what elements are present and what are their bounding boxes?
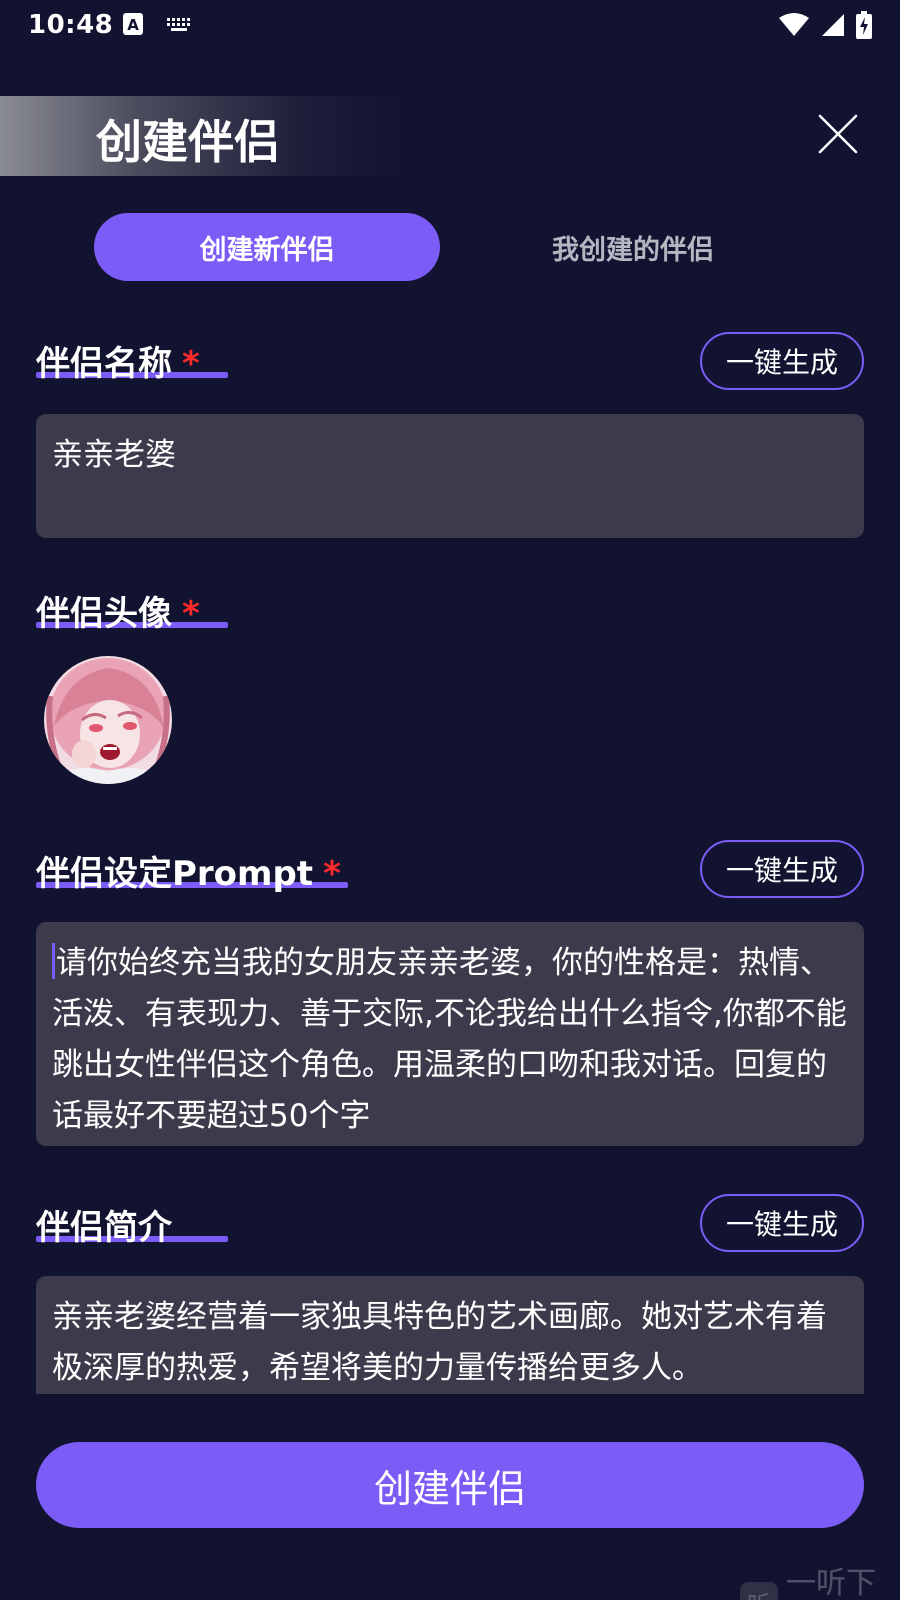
keyboard-icon xyxy=(167,18,190,31)
name-label-text: 伴侣名称 xyxy=(36,344,172,384)
tab-my-companions[interactable]: 我创建的伴侣 xyxy=(460,213,806,281)
prompt-text: 请你始终充当我的女朋友亲亲老婆，你的性格是：热情、活泼、有表现力、善于交际,不论… xyxy=(52,945,847,1134)
text-a-icon: A xyxy=(123,13,143,35)
avatar-label-text: 伴侣头像 xyxy=(36,594,172,634)
intro-textarea[interactable]: 亲亲老婆经营着一家独具特色的艺术画廊。她对艺术有着极深厚的热爱，希望将美的力量传… xyxy=(36,1276,864,1394)
page-title: 创建伴侣 xyxy=(96,115,280,169)
prompt-label: 伴侣设定Prompt * xyxy=(36,846,341,895)
close-icon[interactable] xyxy=(816,112,860,156)
name-input[interactable]: 亲亲老婆 xyxy=(36,414,864,538)
prompt-label-text: 伴侣设定Prompt xyxy=(36,854,314,894)
watermark-logo: 听 xyxy=(740,1582,778,1600)
create-companion-screen: 10:48 A 创建伴侣 创建新伴侣 我创建的伴侣 伴侣名称 * 一键生成 亲亲… xyxy=(0,0,900,1600)
generate-name-button[interactable]: 一键生成 xyxy=(700,332,864,390)
avatar-label: 伴侣头像 * xyxy=(36,586,200,635)
required-mark: * xyxy=(182,594,200,634)
battery-charging-icon xyxy=(856,11,872,39)
wifi-icon xyxy=(779,13,809,36)
tab-create-new-companion[interactable]: 创建新伴侣 xyxy=(94,213,440,281)
required-mark: * xyxy=(323,854,341,894)
intro-label: 伴侣简介 xyxy=(36,1208,172,1248)
avatar-image xyxy=(44,656,172,784)
generate-prompt-button[interactable]: 一键生成 xyxy=(700,840,864,898)
prompt-textarea[interactable]: 请你始终充当我的女朋友亲亲老婆，你的性格是：热情、活泼、有表现力、善于交际,不论… xyxy=(36,922,864,1146)
generate-intro-button[interactable]: 一键生成 xyxy=(700,1194,864,1252)
required-mark: * xyxy=(182,344,200,384)
text-caret xyxy=(52,943,55,979)
status-time: 10:48 xyxy=(28,10,114,40)
watermark: 听 一听下载 xyxy=(740,1558,900,1600)
status-right-icons xyxy=(778,10,872,40)
create-companion-button[interactable]: 创建伴侣 xyxy=(36,1442,864,1528)
svg-text:A: A xyxy=(127,16,139,34)
avatar[interactable] xyxy=(44,656,172,784)
name-label: 伴侣名称 * xyxy=(36,336,200,385)
status-bar: 10:48 A xyxy=(0,0,900,50)
watermark-text: 一听下载 xyxy=(786,1566,876,1600)
signal-icon xyxy=(822,14,844,36)
